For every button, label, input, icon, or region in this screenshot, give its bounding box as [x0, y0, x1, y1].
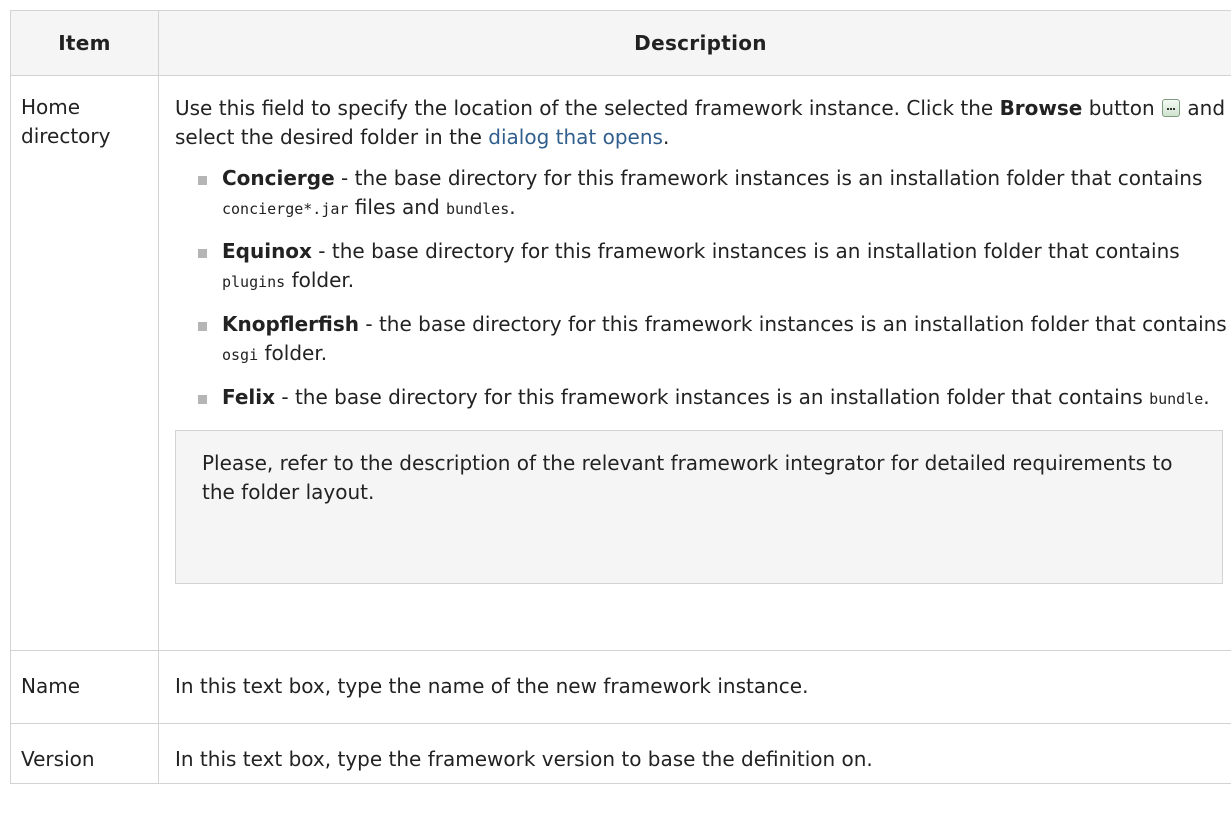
browse-button-icon [1162, 99, 1181, 117]
code-snippet: bundles [446, 200, 510, 218]
description-cell-home-directory: Use this field to specify the location o… [158, 75, 1231, 651]
code-snippet: concierge*.jar [222, 200, 349, 218]
table-row-home-directory: Home directory Use this field to specify… [10, 75, 1231, 651]
item-label-directory: directory [21, 124, 111, 148]
code-snippet: plugins [222, 273, 286, 291]
item-cell-name: Name [10, 650, 159, 724]
square-bullet-icon [198, 322, 207, 331]
home-directory-intro: Use this field to specify the location o… [175, 94, 1231, 152]
note-box: Please, refer to the description of the … [175, 430, 1223, 584]
framework-text: - the base directory for this framework … [311, 239, 1180, 263]
dialog-that-opens-link[interactable]: dialog that opens [488, 125, 663, 149]
intro-text: Use this field to specify the location o… [175, 96, 1000, 120]
framework-text: folder. [258, 341, 328, 365]
framework-name: Concierge [222, 166, 335, 190]
list-item-equinox: Equinox - the base directory for this fr… [175, 237, 1231, 297]
description-cell-name: In this text box, type the name of the n… [158, 650, 1231, 724]
note-text: Please, refer to the description of the … [202, 451, 1173, 504]
item-cell-home-directory: Home directory [10, 75, 159, 651]
intro-text-end: . [662, 125, 670, 149]
framework-text: folder. [285, 268, 355, 292]
framework-name: Felix [222, 385, 276, 409]
framework-text: - the base directory for this framework … [359, 312, 1227, 336]
framework-text: files and [348, 195, 447, 219]
square-bullet-icon [198, 176, 207, 185]
code-snippet: osgi [222, 346, 259, 364]
framework-text: . [509, 195, 516, 219]
framework-list: Concierge - the base directory for this … [175, 164, 1231, 414]
square-bullet-icon [198, 395, 207, 404]
description-cell-version: In this text box, type the framework ver… [158, 723, 1231, 784]
list-item-concierge: Concierge - the base directory for this … [175, 164, 1231, 224]
settings-table: Item Description Home directory Use this… [10, 10, 1231, 784]
framework-text: - the base directory for this framework … [334, 166, 1203, 190]
framework-name: Equinox [222, 239, 312, 263]
framework-name: Knopflerfish [222, 312, 360, 336]
intro-text-button: button [1082, 96, 1162, 120]
item-label-home: Home [21, 95, 81, 119]
browse-label: Browse [999, 96, 1083, 120]
square-bullet-icon [198, 249, 207, 258]
list-item-knopflerfish: Knopflerfish - the base directory for th… [175, 310, 1231, 370]
framework-text: . [1203, 385, 1210, 409]
column-header-item: Item [10, 10, 159, 76]
code-snippet: bundle [1149, 390, 1204, 408]
item-cell-version: Version [10, 723, 159, 784]
framework-text: - the base directory for this framework … [275, 385, 1150, 409]
table-header-row: Item Description [10, 10, 1231, 76]
list-item-felix: Felix - the base directory for this fram… [175, 383, 1231, 414]
table-row-version: Version In this text box, type the frame… [10, 723, 1231, 784]
column-header-description: Description [158, 10, 1231, 76]
table-row-name: Name In this text box, type the name of … [10, 650, 1231, 724]
